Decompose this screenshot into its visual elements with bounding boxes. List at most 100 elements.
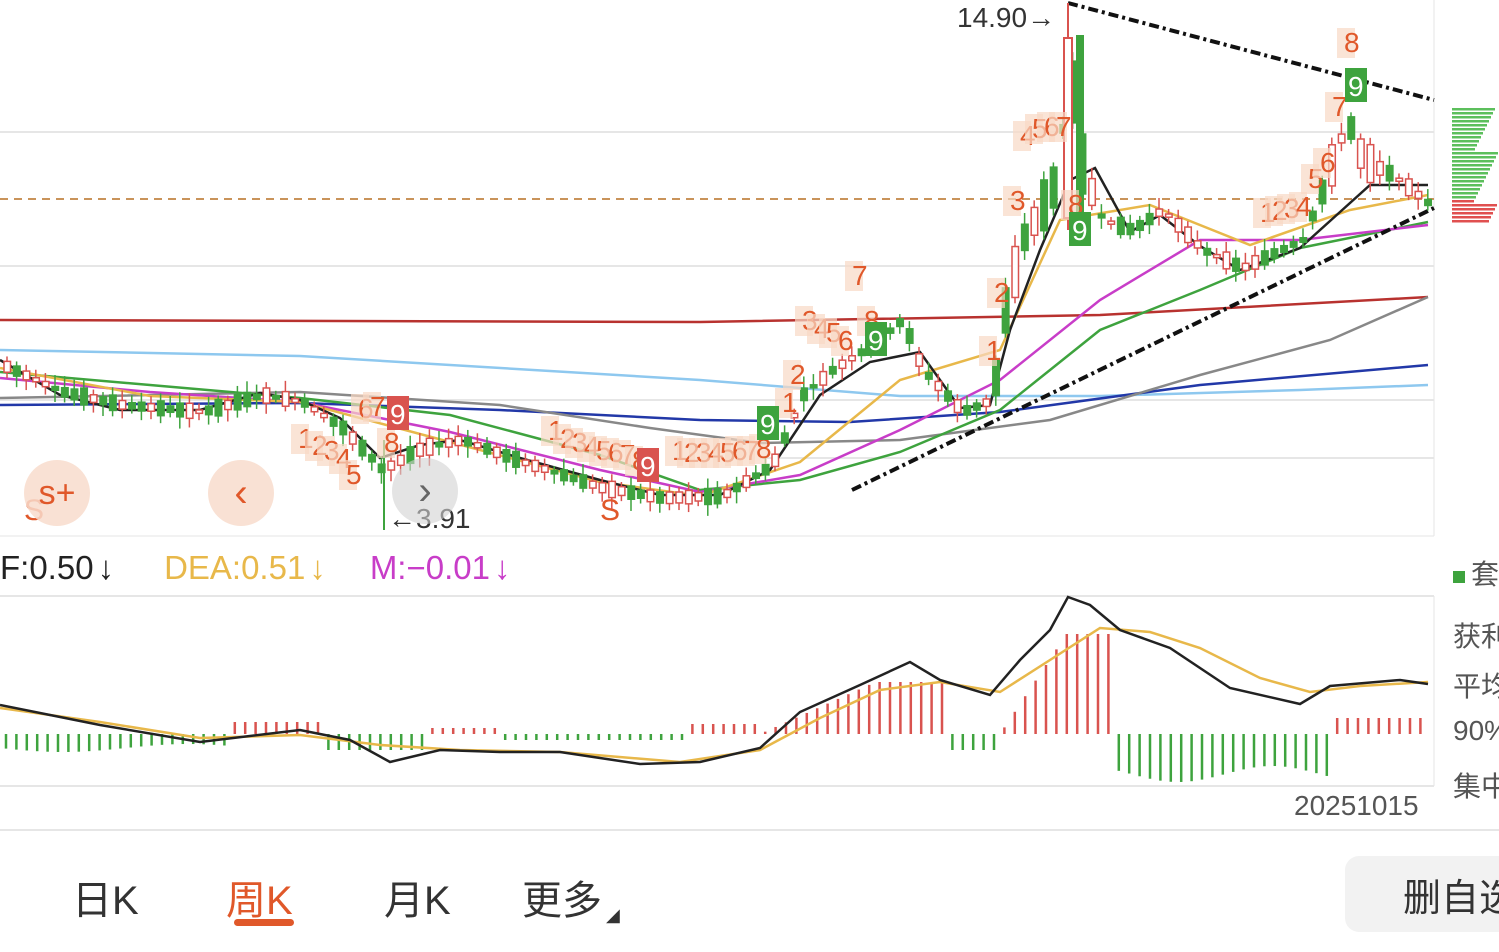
candle-body	[915, 353, 924, 367]
td-marker: 5	[346, 459, 362, 490]
td-marker: 1	[986, 335, 1002, 366]
candle-body	[89, 394, 98, 404]
chip-bar	[1452, 140, 1479, 143]
candle-body	[425, 437, 434, 456]
chip-bar	[1452, 160, 1494, 163]
candle-body	[732, 482, 741, 493]
candle-body	[675, 491, 684, 504]
candle-body	[1232, 257, 1241, 272]
td-nine: 9	[1072, 215, 1088, 246]
candle-body	[108, 394, 117, 412]
candle-body	[1164, 213, 1173, 218]
tab-daily-k[interactable]: 日K	[72, 868, 139, 926]
active-tab-indicator	[234, 919, 294, 926]
td-nine: 9	[390, 399, 406, 430]
m-value: M:−0.01	[369, 549, 490, 586]
candle-body	[1212, 253, 1221, 259]
candle-body	[214, 398, 223, 417]
candle-body	[272, 394, 281, 400]
candle-body	[233, 393, 242, 411]
td-marker: 3	[1010, 185, 1026, 216]
resistance-trendline	[1067, 1, 1435, 102]
chip-bar	[1452, 112, 1493, 115]
candle-body	[1260, 250, 1269, 266]
candle-body	[387, 460, 396, 471]
chip-bar	[1452, 204, 1497, 207]
candle-body	[1347, 116, 1356, 140]
candle-body	[694, 491, 703, 502]
candle-body	[1222, 251, 1231, 270]
candle-body	[819, 370, 828, 386]
candle-body	[262, 387, 271, 404]
candle-body	[492, 446, 501, 459]
candle-body	[1356, 138, 1365, 169]
candle-body	[176, 402, 185, 418]
candle-body	[1107, 220, 1116, 225]
candle-body	[550, 469, 559, 475]
td-marker: 2	[790, 359, 806, 390]
chevron-left-icon: ‹	[234, 470, 248, 515]
high-price-label: 14.90→	[957, 2, 1055, 33]
candle-body	[310, 406, 319, 413]
candle-body	[464, 436, 473, 447]
td-marker: 8	[1344, 27, 1360, 58]
candle-body	[1097, 213, 1106, 219]
candle-body	[156, 400, 165, 417]
m-arrow-icon: ↓	[493, 549, 511, 586]
candle-body	[896, 318, 905, 328]
td-marker: 6	[1320, 147, 1336, 178]
candle-body	[1414, 190, 1423, 200]
candle-body	[1040, 179, 1049, 232]
prev-button[interactable]: ‹	[208, 460, 274, 526]
candle-body	[540, 465, 549, 474]
chip-bar	[1452, 108, 1495, 111]
chip-bar	[1452, 128, 1485, 131]
tab-more[interactable]: 更多 ◢	[522, 868, 620, 926]
candle-body	[252, 393, 261, 401]
candle-body	[1337, 133, 1346, 144]
tab-monthly-k[interactable]: 月K	[384, 868, 451, 926]
candle-body	[473, 441, 482, 449]
chip-bar	[1452, 156, 1496, 159]
candle-body	[646, 489, 655, 503]
candle-body	[128, 401, 137, 410]
chip-bar	[1452, 192, 1478, 195]
chip-bar	[1452, 132, 1483, 135]
candle-body	[656, 491, 665, 504]
candle-body	[118, 399, 127, 410]
candle-body	[12, 365, 21, 377]
corner-triangle-icon: ◢	[606, 905, 620, 925]
candle-body	[953, 399, 962, 414]
delete-watchlist-button[interactable]: 删自选	[1345, 856, 1499, 932]
chip-bar	[1452, 216, 1491, 219]
candle-body	[713, 487, 722, 505]
candle-body	[1155, 208, 1164, 218]
candle-body	[291, 397, 300, 404]
candle-body	[41, 380, 50, 388]
chip-bar	[1452, 152, 1498, 155]
tab-weekly-k[interactable]: 周K	[226, 868, 293, 926]
candle-body	[848, 354, 857, 362]
td-nine: 9	[868, 325, 884, 356]
chip-bar	[1452, 168, 1490, 171]
candle-body	[761, 463, 770, 476]
candle-body	[1030, 206, 1039, 237]
candle-body	[1203, 247, 1212, 256]
candle-body	[704, 487, 713, 506]
candle-body	[416, 442, 425, 457]
add-signal-button[interactable]: s+	[24, 460, 90, 526]
candle-body	[339, 420, 348, 436]
chip-bar	[1452, 200, 1474, 203]
td-nine: 9	[640, 451, 656, 482]
candle-body	[742, 475, 751, 489]
candle-body	[588, 480, 597, 489]
candle-body	[435, 442, 444, 448]
candle-body	[1424, 198, 1433, 207]
candle-body	[368, 453, 377, 463]
candle-body	[636, 489, 645, 499]
candle-body	[454, 435, 463, 447]
chip-bar	[1452, 164, 1492, 167]
next-button[interactable]: ›	[392, 458, 458, 524]
chip-bar	[1452, 172, 1488, 175]
candle-body	[531, 459, 540, 473]
